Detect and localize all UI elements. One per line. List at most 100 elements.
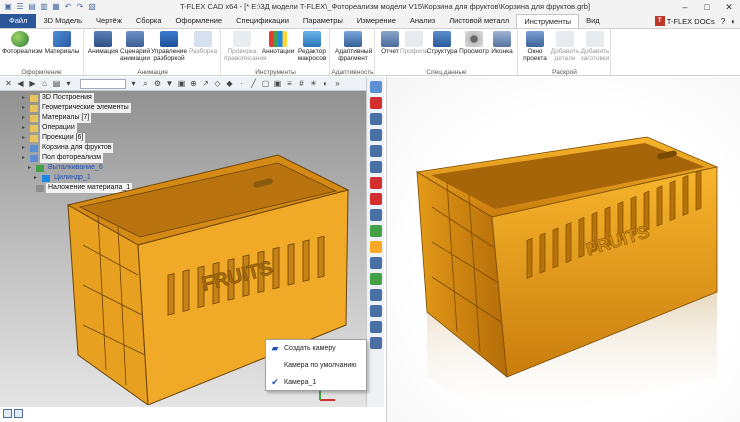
- shade-icon[interactable]: ◐: [321, 79, 330, 88]
- back-icon[interactable]: ◀: [16, 79, 25, 88]
- animation-button[interactable]: Анимация: [85, 31, 121, 55]
- animation-scenario-button[interactable]: Сценарий анимации: [117, 31, 153, 62]
- explode-button[interactable]: Разборка: [185, 31, 221, 55]
- help-icon[interactable]: ?: [721, 17, 725, 26]
- tab-file[interactable]: Файл: [0, 14, 37, 28]
- tab-sheet-metal[interactable]: Листовой металл: [442, 14, 516, 28]
- explode-control-button[interactable]: Управление разборкой: [151, 31, 187, 62]
- structure-button[interactable]: Структура: [424, 31, 460, 55]
- tab-drawing[interactable]: Чертёж: [89, 14, 129, 28]
- search-icon[interactable]: ⌕: [141, 79, 150, 89]
- save-icon[interactable]: ▦: [51, 2, 61, 12]
- tree-item-materials[interactable]: ▸ Материалы [7]: [22, 113, 132, 123]
- add-blanks-button[interactable]: Добавить заготовки: [577, 31, 613, 62]
- zoom-icon[interactable]: [369, 113, 382, 125]
- layers-icon[interactable]: ≡: [285, 79, 294, 88]
- filter-combo[interactable]: [80, 78, 126, 89]
- menu-item-create-camera[interactable]: ▰ Создать камеру: [266, 340, 366, 357]
- select-tool-icon[interactable]: [369, 81, 382, 93]
- visibility-icon[interactable]: [369, 273, 382, 285]
- undo-icon[interactable]: ↶: [63, 2, 73, 12]
- new-icon[interactable]: ▤: [27, 2, 37, 12]
- filter-icon[interactable]: ▼: [165, 79, 174, 88]
- macro-editor-button[interactable]: Редактор макросов: [294, 31, 330, 62]
- collapse-icon[interactable]: ▾: [64, 79, 73, 88]
- icon-button[interactable]: Иконка: [484, 31, 520, 55]
- options-icon[interactable]: [369, 337, 382, 349]
- tflex-docs-menu[interactable]: T T-FLEX DOCs: [654, 16, 715, 26]
- tab-assembly[interactable]: Сборка: [129, 14, 169, 28]
- expand-icon[interactable]: ▸: [22, 93, 28, 103]
- profile-icon: [405, 31, 423, 47]
- layout-icon[interactable]: [3, 409, 12, 418]
- render-icon[interactable]: [369, 241, 382, 253]
- explode-control-icon: [160, 31, 178, 47]
- tree-item-geometry[interactable]: ▸ Геометрические элементы: [22, 103, 132, 113]
- more-icon[interactable]: »: [333, 79, 342, 88]
- tab-analysis[interactable]: Анализ: [403, 14, 442, 28]
- magnet-icon[interactable]: [369, 97, 382, 109]
- display-icon[interactable]: [369, 289, 382, 301]
- close-button[interactable]: ✕: [718, 0, 740, 14]
- rotate-icon[interactable]: [369, 177, 382, 189]
- adaptive-fragment-button[interactable]: Адаптивный фрагмент: [335, 31, 372, 62]
- cube-icon[interactable]: ▣: [273, 79, 282, 88]
- status-icons: [3, 409, 23, 418]
- zoom-fit-icon[interactable]: [369, 145, 382, 157]
- tab-parameters[interactable]: Параметры: [296, 14, 350, 28]
- points-icon[interactable]: ·: [237, 79, 246, 88]
- menu-icon[interactable]: ☰: [15, 2, 25, 12]
- snap-icon[interactable]: ⊕: [189, 79, 198, 88]
- tree-item-operations[interactable]: ▸ Операции: [22, 123, 132, 133]
- settings-icon[interactable]: ⚙: [153, 79, 162, 88]
- expand-icon[interactable]: ▸: [22, 123, 28, 133]
- tab-specifications[interactable]: Спецификации: [229, 14, 296, 28]
- close-panel-icon[interactable]: ✕: [4, 79, 13, 88]
- faces-icon[interactable]: ◆: [225, 79, 234, 88]
- forward-icon[interactable]: ▶: [28, 79, 37, 88]
- home-icon[interactable]: ⌂: [40, 79, 49, 88]
- window-title: T-FLEX CAD x64 - [* E:\3Д модели T-FLEX\…: [180, 2, 591, 11]
- style-icon[interactable]: ◐: [731, 17, 736, 26]
- open-icon[interactable]: ▥: [39, 2, 49, 12]
- tab-view[interactable]: Вид: [579, 14, 607, 28]
- spellcheck-button[interactable]: Проверка правописания: [224, 31, 267, 62]
- view-icon[interactable]: [369, 257, 382, 269]
- photorealistic-render-view[interactable]: FRUITS: [386, 77, 740, 422]
- tab-3d-model[interactable]: 3D Модель: [36, 14, 89, 28]
- redo-icon[interactable]: ↷: [75, 2, 85, 12]
- materials-button[interactable]: Материалы: [44, 31, 80, 55]
- shading-icon[interactable]: [369, 225, 382, 237]
- tree-icon[interactable]: ▤: [52, 79, 61, 88]
- box-icon[interactable]: ▢: [261, 79, 270, 88]
- grid-icon[interactable]: #: [297, 79, 306, 88]
- expand-icon[interactable]: ▸: [22, 113, 28, 123]
- maximize-button[interactable]: □: [696, 0, 718, 14]
- zoom-window-icon[interactable]: [369, 129, 382, 141]
- menu-item-default-camera[interactable]: Камера по умолчанию: [266, 357, 366, 374]
- hide-icon[interactable]: [369, 209, 382, 221]
- minimize-button[interactable]: –: [674, 0, 696, 14]
- pan-icon[interactable]: [369, 161, 382, 173]
- split-view-icon[interactable]: [14, 409, 23, 418]
- group-label-formatting: Оформление: [21, 69, 62, 76]
- select-icon[interactable]: ▣: [177, 79, 186, 88]
- edges-icon[interactable]: ◇: [213, 79, 222, 88]
- annotations-button[interactable]: Аннотации: [260, 31, 296, 55]
- tab-tools[interactable]: Инструменты: [516, 14, 580, 28]
- app-icon[interactable]: ▣: [3, 2, 13, 12]
- views-icon[interactable]: [369, 305, 382, 317]
- print-icon[interactable]: ▧: [87, 2, 97, 12]
- lines-icon[interactable]: ╱: [249, 79, 258, 88]
- tab-formatting[interactable]: Оформление: [169, 14, 230, 28]
- photorealism-button[interactable]: Фотореализм: [2, 31, 43, 55]
- expand-icon[interactable]: ▸: [22, 103, 28, 113]
- tree-item-3d-constructions[interactable]: ▸ 3D Построения: [22, 93, 132, 103]
- section-icon[interactable]: [369, 193, 382, 205]
- camera-tool-icon[interactable]: [369, 321, 382, 333]
- dropdown-icon[interactable]: ▾: [129, 79, 138, 88]
- axis-icon[interactable]: ↗: [201, 79, 210, 88]
- menu-item-camera-1[interactable]: ✔ Камера_1: [266, 374, 366, 391]
- light-icon[interactable]: ☀: [309, 79, 318, 88]
- tab-measurement[interactable]: Измерение: [350, 14, 403, 28]
